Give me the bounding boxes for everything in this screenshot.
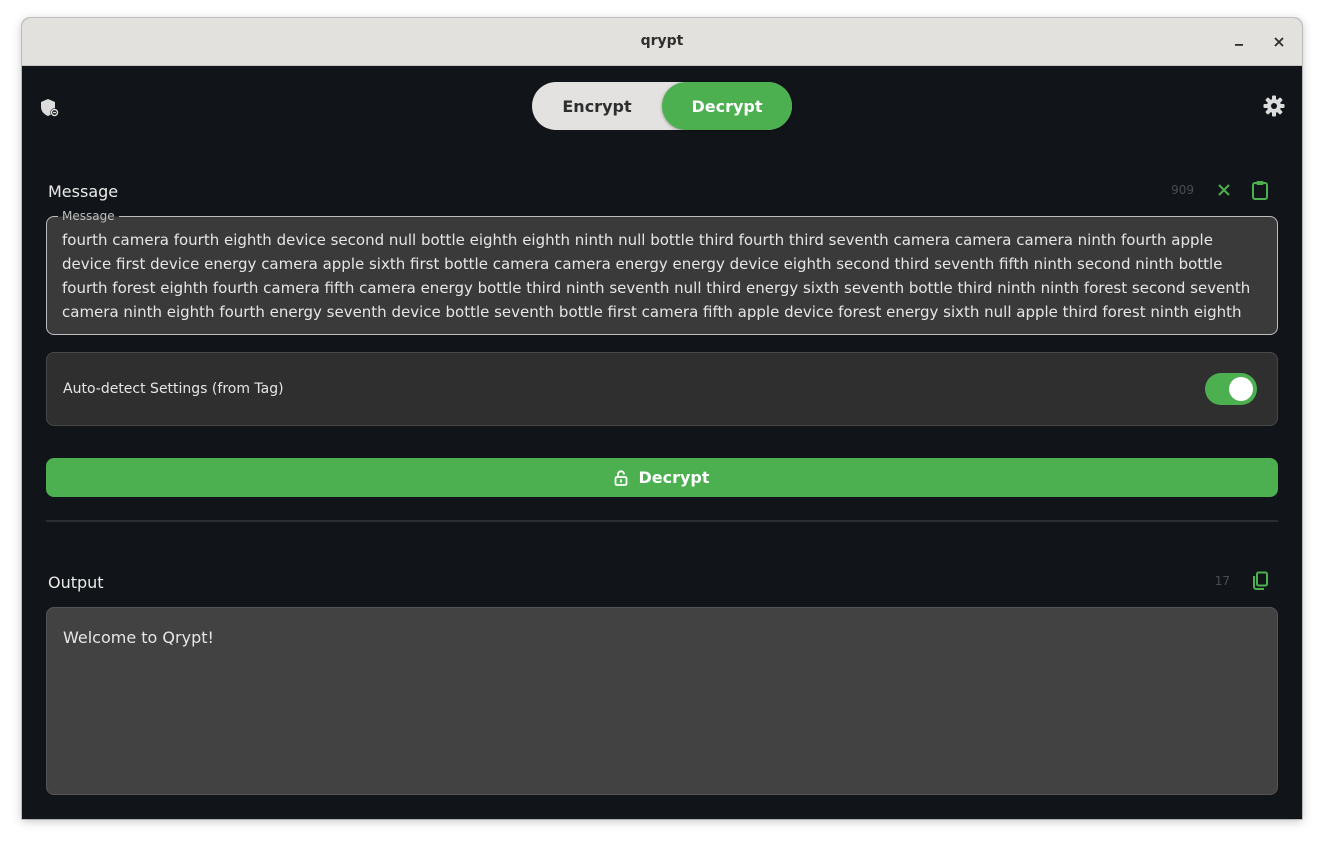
message-section-label: Message xyxy=(48,182,119,201)
lock-icon xyxy=(615,469,628,486)
clear-message-button[interactable] xyxy=(1212,178,1236,202)
tab-decrypt[interactable]: Decrypt xyxy=(662,82,792,130)
shield-icon xyxy=(41,99,59,117)
auto-detect-label: Auto-detect Settings (from Tag) xyxy=(63,381,284,397)
message-field-legend: Message xyxy=(58,210,119,223)
copy-icon xyxy=(1253,571,1268,590)
auto-detect-row: Auto-detect Settings (from Tag) xyxy=(46,352,1278,426)
toggle-knob xyxy=(1229,377,1253,401)
message-input-text[interactable]: fourth camera fourth eighth device secon… xyxy=(62,228,1262,324)
close-icon xyxy=(1274,37,1284,47)
auto-detect-toggle[interactable] xyxy=(1205,373,1257,405)
minimize-button[interactable] xyxy=(1228,31,1250,53)
message-char-count: 909 xyxy=(1171,183,1194,197)
close-window-button[interactable] xyxy=(1268,31,1290,53)
output-box[interactable]: Welcome to Qrypt! xyxy=(46,607,1278,795)
output-section-label: Output xyxy=(48,573,104,592)
gear-icon xyxy=(1263,95,1285,117)
decrypt-button-label: Decrypt xyxy=(638,468,710,487)
clipboard-icon xyxy=(1252,181,1268,200)
window-title: qrypt xyxy=(640,33,684,49)
paste-button[interactable] xyxy=(1248,178,1272,202)
output-text: Welcome to Qrypt! xyxy=(63,628,214,647)
close-x-icon xyxy=(1218,184,1230,196)
security-button[interactable] xyxy=(38,96,62,120)
tab-encrypt[interactable]: Encrypt xyxy=(532,82,662,130)
decrypt-button[interactable]: Decrypt xyxy=(46,458,1278,497)
mode-switch: Encrypt Decrypt xyxy=(532,82,792,130)
section-divider xyxy=(46,520,1278,522)
title-bar: qrypt xyxy=(22,18,1302,66)
app-window: qrypt Encrypt Decrypt Message 909 Messag… xyxy=(22,18,1302,819)
settings-button[interactable] xyxy=(1262,94,1286,118)
copy-output-button[interactable] xyxy=(1248,569,1272,593)
minimize-icon xyxy=(1235,44,1243,46)
output-char-count: 17 xyxy=(1214,574,1230,588)
